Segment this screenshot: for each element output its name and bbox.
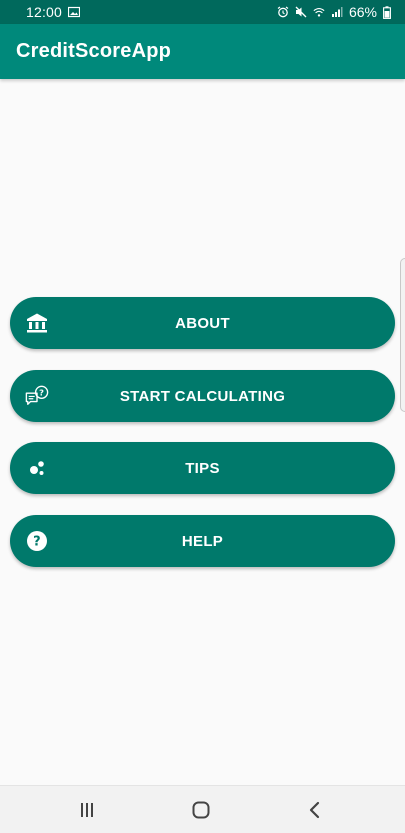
svg-text:?: ? bbox=[39, 388, 44, 398]
tips-button-label: TIPS bbox=[185, 459, 220, 477]
chat-question-icon: ? bbox=[25, 384, 49, 408]
tips-button[interactable]: TIPS bbox=[10, 442, 395, 494]
start-calculating-button-label: START CALCULATING bbox=[119, 387, 286, 405]
app-title: CreditScoreApp bbox=[16, 40, 172, 62]
mute-icon bbox=[295, 6, 307, 18]
app-bar: CreditScoreApp bbox=[0, 24, 405, 79]
edge-panel-handle[interactable] bbox=[400, 258, 405, 412]
back-icon[interactable] bbox=[303, 798, 327, 822]
wifi-icon bbox=[313, 6, 325, 18]
help-button[interactable]: ? HELP bbox=[10, 515, 395, 567]
svg-text:?: ? bbox=[33, 535, 41, 550]
status-left: 12:00 bbox=[26, 4, 81, 20]
battery-icon bbox=[383, 6, 395, 19]
help-circle-icon: ? bbox=[25, 529, 49, 553]
status-bar: 12:00 66% bbox=[0, 0, 405, 24]
alarm-icon bbox=[277, 6, 289, 18]
status-right: 66% bbox=[277, 4, 395, 20]
start-calculating-button[interactable]: ? START CALCULATING bbox=[10, 370, 395, 422]
battery-percent: 66% bbox=[348, 4, 377, 20]
bank-icon bbox=[25, 311, 49, 335]
bubbles-icon bbox=[25, 456, 49, 480]
signal-icon bbox=[331, 6, 343, 18]
image-icon bbox=[68, 6, 81, 18]
status-time: 12:00 bbox=[26, 4, 63, 20]
system-nav-bar bbox=[0, 785, 405, 833]
about-button-label: ABOUT bbox=[175, 314, 230, 332]
about-button[interactable]: ABOUT bbox=[10, 297, 395, 349]
home-icon[interactable] bbox=[189, 798, 213, 822]
recent-apps-icon[interactable] bbox=[75, 798, 99, 822]
help-button-label: HELP bbox=[181, 532, 224, 550]
